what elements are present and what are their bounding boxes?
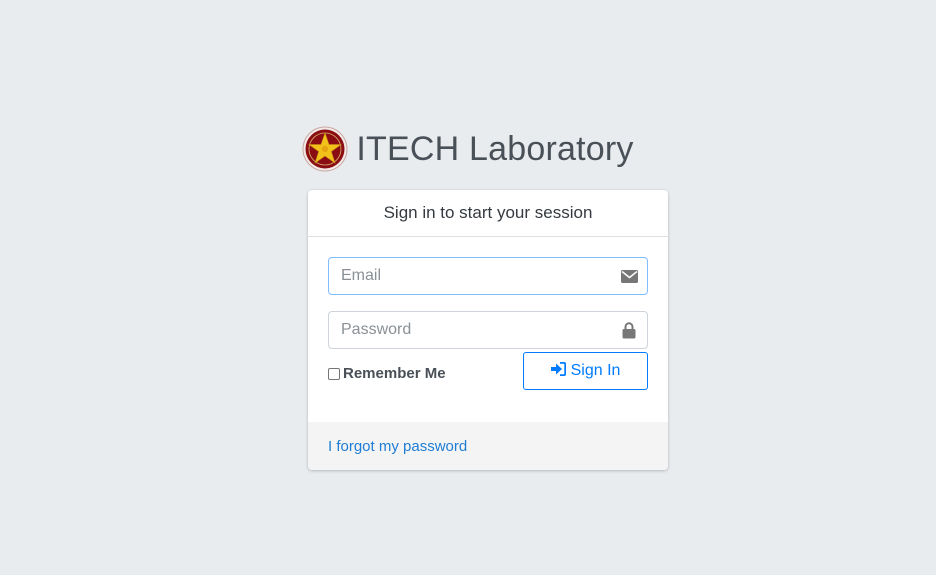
login-card-header: Sign in to start your session <box>308 190 668 237</box>
brand-name-light: Laboratory <box>469 130 634 168</box>
login-page: ITECH Laboratory Sign in to start your s… <box>0 0 936 575</box>
logo-emblem-icon <box>302 126 348 172</box>
brand-name-strong: ITECH <box>356 130 460 168</box>
brand-title: ITECH Laboratory <box>356 126 633 172</box>
lock-icon <box>620 321 638 338</box>
password-input-group <box>328 311 648 349</box>
login-card: Sign in to start your session Email Reme… <box>308 190 668 470</box>
brand-header: ITECH Laboratory <box>0 126 936 172</box>
login-form: Remember Me Sign In <box>308 237 668 423</box>
sign-in-label: Sign In <box>570 362 621 379</box>
email-input-group <box>328 257 648 295</box>
envelope-icon <box>620 268 638 284</box>
form-actions: Remember Me Sign In <box>328 352 648 405</box>
sign-in-icon <box>550 361 566 381</box>
login-card-footer: I forgot my password <box>308 422 668 470</box>
password-field[interactable] <box>328 311 648 349</box>
remember-me-label: Remember Me <box>343 365 446 382</box>
forgot-password-link[interactable]: I forgot my password <box>328 438 467 455</box>
email-field[interactable] <box>328 257 648 295</box>
remember-me[interactable]: Remember Me <box>328 365 446 382</box>
remember-me-checkbox[interactable] <box>328 367 340 380</box>
sign-in-button[interactable]: Sign In <box>523 352 648 390</box>
